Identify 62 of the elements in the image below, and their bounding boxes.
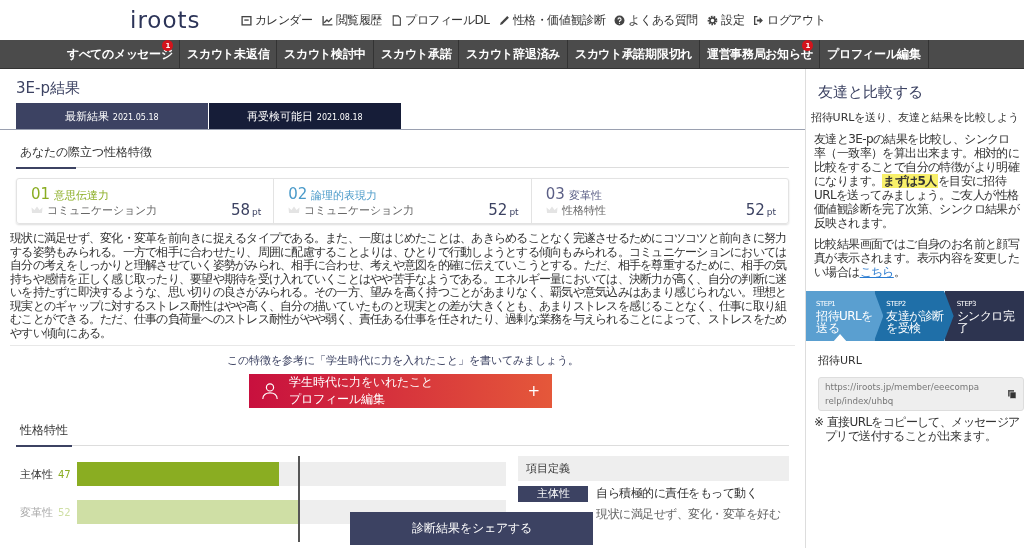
change-link[interactable]: こちら	[859, 265, 894, 279]
trait-name: 主体性	[20, 466, 54, 482]
definition-header: 項目定義	[518, 456, 789, 481]
trait-name: 変革性	[568, 188, 602, 203]
question-icon	[614, 14, 626, 26]
nav-tab[interactable]: プロフィール編集	[820, 40, 929, 68]
url-field[interactable]: https://iroots.jp/member/eeecompa relp/index/uhbq	[818, 377, 1024, 411]
definition-text: 現状に満足せず、変化・変革を好む	[596, 506, 780, 523]
crown-icon	[288, 206, 301, 214]
crown-icon	[545, 206, 558, 214]
header-link[interactable]: 閲覧履歴	[321, 11, 382, 29]
header-link[interactable]: ログアウト	[753, 11, 826, 29]
nav-tab[interactable]: スカウト承諾期限切れ	[567, 40, 700, 68]
trait-category: コミュニケーション力	[47, 202, 157, 218]
result-tab[interactable]: 最新結果 2021.05.18	[16, 103, 208, 129]
settings-icon	[707, 14, 719, 26]
trait-score: 52 pt	[745, 201, 776, 219]
result-tab[interactable]: 再受検可能日 2021.08.18	[209, 103, 401, 129]
section-heading: 性格特性	[16, 422, 789, 446]
document-icon	[390, 14, 402, 26]
url-label: 招待URL	[818, 353, 863, 368]
crown-icon	[31, 206, 43, 214]
nav-tab[interactable]: スカウト辞退済み	[459, 40, 568, 68]
person-icon	[261, 382, 279, 400]
trait-category: 性格特性	[561, 202, 606, 218]
header-link[interactable]: よくある質問	[614, 11, 699, 29]
trait-score: 52 pt	[488, 201, 519, 219]
pencil-icon	[498, 14, 510, 26]
rank-number: 01	[31, 185, 51, 203]
share-button[interactable]: 診断結果をシェアする	[350, 512, 593, 545]
trait-name: 意思伝達力	[54, 188, 110, 203]
intro-text: 友達と3E-pの結果を比較し、シンクロ率（一致率）を算出出来ます。相対的に比較をすることで自分の特徴がより明確になります。まずは5人を目安に招待URLを送ってみましょう。ご友人が性格価値観診断を完了次第、シンクロ結果が反映されます。	[814, 132, 1020, 230]
nav-tab[interactable]: スカウト未返信	[180, 40, 278, 68]
trait-score: 52	[58, 506, 72, 518]
sidebar-title: 友達と比較する	[818, 83, 924, 102]
page-title: 3E-p結果	[16, 79, 81, 98]
logout-icon	[753, 14, 765, 26]
nav-tab[interactable]: スカウト承諾	[374, 40, 460, 68]
prompt-text: この特徴を参考に「学生時代に力を入れたこと」を書いてみましょう。	[225, 353, 580, 368]
line-chart-icon	[321, 14, 333, 26]
description-text: 現状に満足せず、変化・変革を前向きに捉えるタイプである。また、一度はじめたことは、あきらめることなく完遂させるためにコツコツと前向きに努力する姿勢もみられる。一方で相手に合わせたり、周囲に配慮することよりは、ひとりで行動しようとする傾向もみられる。コミュニケーションにおいては自分の考えをしっかりと理解させていく姿勢がみられ、相手に合わせ、考えや意図を的確に伝えていこうとする。ただ、相手を尊重するために、相手の気持ちや感情を正しく感じ取ったり、要望や期待を受け入れていくことはやや苦手なようである。エネルギー量においては、決断力が高く、自分の判断に迷いを持たずに即決するような、思い切りの良さがみられる。その一方、望みを高く持つことがあまりなく、覇気や意気込みはあまり感じられない。理想と現実とのギャップに対するストレス耐性はやや高く、自分の描いていたものと現実との差が大きくとも、あまりストレスを感じることなく、仕事に取り組むことができる。ただ、仕事の負荷量へのストレス耐性がやや弱く、責任ある仕事を任されたり、過剰な業務を与えられることによって、ストレスをためやすい傾向にある。	[10, 232, 795, 346]
trait-score: 58 pt	[231, 201, 262, 219]
header-link[interactable]: カレンダー	[240, 11, 313, 29]
rank-number: 03	[545, 185, 565, 203]
url-note: ※ 直接URLをコピーして、メッセージアプリで送付することが出来ます。	[814, 415, 1021, 443]
nav-tab[interactable]: スカウト検討中	[277, 40, 375, 68]
sidebar-subtitle: 招待URLを送り、友達と結果を比較しよう	[809, 110, 1021, 125]
edit-profile-button[interactable]: 学生時代に力をいれたこと プロフィール編集 +	[249, 374, 552, 408]
copy-icon[interactable]	[1007, 389, 1017, 399]
header-link[interactable]: 性格・価値観診断	[498, 11, 606, 29]
logo[interactable]: iroots	[130, 7, 201, 33]
rank-number: 02	[288, 185, 308, 203]
trait-name: 変革性	[20, 504, 54, 520]
trait-category: コミュニケーション力	[304, 202, 415, 218]
section-heading: あなたの際立つ性格特徴	[16, 144, 789, 168]
calendar-icon	[240, 14, 252, 26]
trait-score: 47	[58, 468, 72, 480]
note-text: 比較結果画面ではご自身のお名前と顔写真が表示されます。表示内容を変更したい場合はこちら。	[814, 237, 1020, 279]
definition-text: 自ら積極的に責任をもって動く	[596, 485, 757, 502]
trait-name: 論理的表現力	[311, 188, 378, 203]
header-link[interactable]: プロフィールDL	[390, 11, 490, 29]
header-link[interactable]: 設定	[707, 11, 745, 29]
